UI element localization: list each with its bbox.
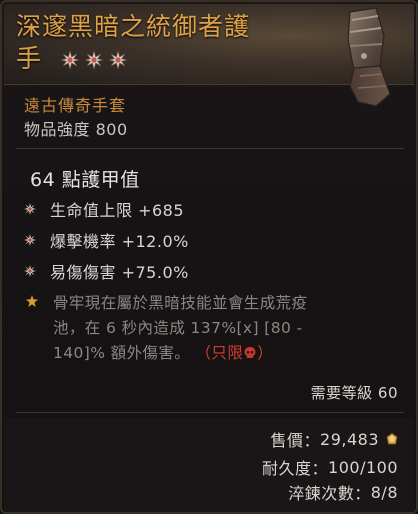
level-requirement: 需要等級 60 (310, 384, 398, 402)
masterwork-star-icon (84, 50, 104, 70)
sell-price-row: 售價： 29,483 (271, 427, 399, 451)
durability-label: 耐久度： (262, 459, 329, 478)
affix-bullet-icon (24, 203, 36, 215)
masterwork-stars (60, 50, 128, 74)
sell-price-value: 29,483 (320, 429, 379, 449)
temper-label: 淬鍊次數： (288, 484, 371, 503)
legendary-text: 骨牢現在屬於黑暗技能並會生成荒疫 池，在 6 秒內造成 137%[x] [80 … (53, 291, 381, 366)
item-type: 遠古傳奇手套 (24, 96, 127, 115)
affix-bullet-icon (24, 234, 36, 246)
affix-text: 生命值上限 +685 (50, 201, 185, 220)
affix-row: 爆擊機率 +12.0% (24, 227, 189, 253)
class-restriction-close: ） (257, 344, 274, 362)
divider (16, 412, 404, 413)
affix-bullet-icon (24, 265, 36, 277)
affix-row: 生命值上限 +685 (24, 196, 184, 222)
item-name-line2: 手 (16, 44, 43, 73)
gold-coin-icon (386, 433, 398, 445)
legendary-line1: 骨牢現在屬於黑暗技能並會生成荒疫 (53, 294, 308, 312)
temper-value: 8/8 (370, 482, 398, 502)
affix-text: 易傷傷害 +75.0% (50, 263, 189, 282)
durability-value: 100/100 (328, 457, 398, 477)
gauntlet-icon (347, 7, 391, 107)
class-restriction-open: （只限 (195, 344, 244, 362)
item-tooltip: 深邃黑暗之統御者護 手 遠古傳奇手套 物品強度 800 64 點護甲值 生命值上… (0, 0, 418, 514)
legendary-star-icon (26, 295, 38, 307)
armor-value: 64 點護甲值 (30, 169, 140, 191)
masterwork-star-icon (60, 50, 80, 70)
durability-row: 耐久度： 100/100 (262, 455, 398, 479)
item-name-line1: 深邃黑暗之統御者護 (16, 12, 251, 41)
masterwork-star-icon (108, 50, 128, 70)
sell-price-label: 售價： (270, 431, 321, 450)
legendary-line3: 140]% 額外傷害。 (53, 344, 191, 362)
legendary-line2: 池，在 6 秒內造成 137%[x] [80 - (53, 319, 303, 337)
skull-class-icon (244, 347, 256, 358)
affix-text: 爆擊機率 +12.0% (50, 232, 189, 251)
temper-row: 淬鍊次數： 8/8 (288, 480, 398, 504)
divider (16, 148, 404, 149)
class-restriction-tag: （只限 ） (196, 344, 274, 362)
item-power: 物品強度 800 (24, 120, 128, 139)
affix-row: 易傷傷害 +75.0% (24, 258, 189, 284)
